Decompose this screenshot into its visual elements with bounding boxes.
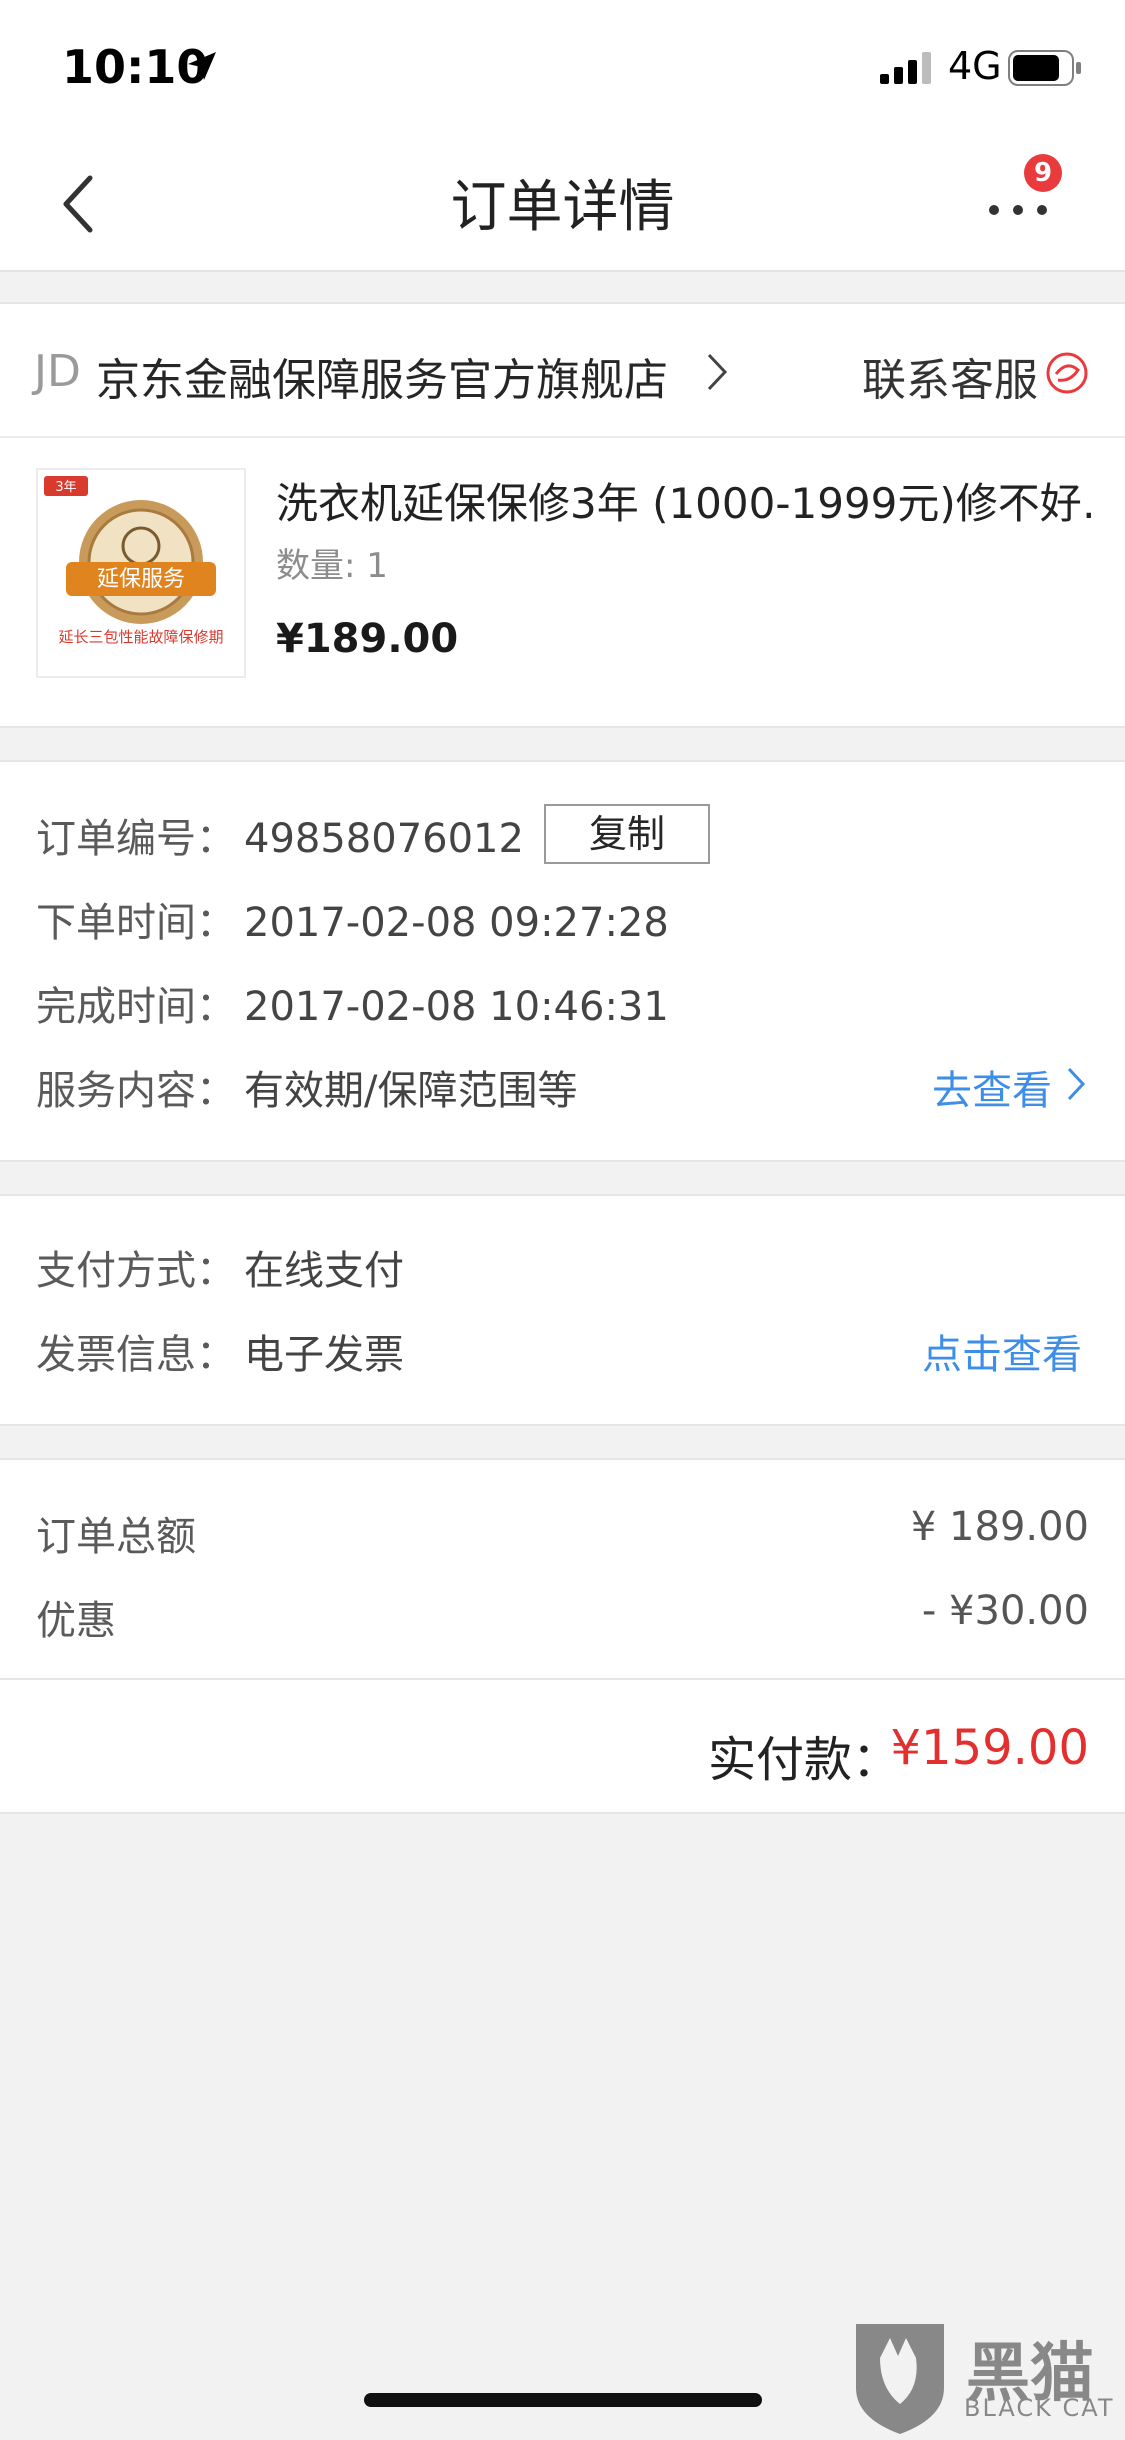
order-time-value: 2017-02-08 09:27:28 bbox=[244, 900, 669, 946]
network-type: 4G bbox=[948, 44, 1002, 88]
complete-time-row: 完成时间： 2017-02-08 10:46:31 bbox=[36, 974, 669, 1032]
extended-warranty-image: 3年 延保服务 延长三包性能故障保修期 bbox=[44, 476, 224, 646]
more-options-icon[interactable] bbox=[984, 188, 1064, 218]
payment-method-row: 支付方式： 在线支付 bbox=[36, 1238, 404, 1296]
product-price: ¥189.00 bbox=[276, 616, 459, 662]
status-bar: 10:10 4G bbox=[0, 0, 1125, 132]
customer-service-icon[interactable] bbox=[1044, 350, 1090, 396]
order-number-label: 订单编号： bbox=[36, 816, 236, 862]
view-invoice-link[interactable]: 点击查看 bbox=[922, 1322, 1082, 1380]
complete-time-value: 2017-02-08 10:46:31 bbox=[244, 984, 669, 1030]
location-arrow-icon bbox=[188, 52, 216, 80]
navigation-bar: 订单详情 9 bbox=[0, 132, 1125, 272]
paid-amount-label: 实付款： bbox=[708, 1732, 901, 1788]
order-time-label: 下单时间： bbox=[36, 900, 236, 946]
battery-icon bbox=[1008, 50, 1081, 86]
watermark-subtext: BLACK CAT bbox=[964, 2394, 1115, 2422]
invoice-value: 电子发票 bbox=[244, 1332, 404, 1378]
invoice-label: 发票信息： bbox=[36, 1332, 236, 1378]
discount-value: - ¥30.00 bbox=[921, 1588, 1089, 1634]
notification-badge: 9 bbox=[1024, 154, 1062, 192]
order-time-row: 下单时间： 2017-02-08 09:27:28 bbox=[36, 890, 669, 948]
thumb-tag-text: 3年 bbox=[55, 480, 76, 495]
watermark-logo: 黑猫 BLACK CAT bbox=[850, 2318, 1120, 2436]
order-total-label: 订单总额 bbox=[36, 1514, 196, 1560]
store-row[interactable]: JD 京东金融保障服务官方旗舰店 联系客服 bbox=[0, 302, 1125, 438]
paid-amount-value: ¥159.00 bbox=[890, 1720, 1090, 1776]
order-number-row: 订单编号： 49858076012 bbox=[36, 806, 524, 864]
home-indicator[interactable] bbox=[364, 2393, 762, 2407]
order-info-section: 订单编号： 49858076012 复制 下单时间： 2017-02-08 09:2… bbox=[0, 760, 1125, 1162]
store-logo: JD bbox=[34, 346, 81, 397]
order-number-value: 49858076012 bbox=[244, 816, 524, 862]
thumb-badge-text: 延保服务 bbox=[97, 567, 185, 592]
order-total-value: ¥ 189.00 bbox=[910, 1504, 1089, 1550]
page-title: 订单详情 bbox=[450, 175, 675, 240]
payment-method-value: 在线支付 bbox=[244, 1248, 404, 1294]
store-name[interactable]: 京东金融保障服务官方旗舰店 bbox=[96, 344, 668, 408]
chevron-right-icon bbox=[1067, 1067, 1086, 1101]
service-content-row: 服务内容： 有效期/保障范围等 bbox=[36, 1058, 577, 1116]
cellular-signal-icon bbox=[880, 52, 931, 84]
payment-method-label: 支付方式： bbox=[36, 1248, 236, 1294]
product-title[interactable]: 洗衣机延保保修3年 (1000-1999元)修不好… bbox=[276, 470, 1096, 531]
paid-amount-row: 实付款： ¥159.00 bbox=[0, 1680, 1125, 1814]
thumb-caption-text: 延长三包性能故障保修期 bbox=[58, 628, 223, 646]
view-service-link[interactable]: 去查看 bbox=[932, 1058, 1052, 1116]
service-content-label: 服务内容： bbox=[36, 1068, 236, 1114]
copy-button[interactable]: 复制 bbox=[544, 804, 710, 864]
discount-label: 优惠 bbox=[36, 1598, 116, 1644]
cat-shield-icon bbox=[856, 2324, 944, 2434]
totals-section: 订单总额 ¥ 189.00 优惠 - ¥30.00 bbox=[0, 1458, 1125, 1680]
invoice-row: 发票信息： 电子发票 bbox=[36, 1322, 404, 1380]
product-card[interactable]: 3年 延保服务 延长三包性能故障保修期 洗衣机延保保修3年 (1000-1999… bbox=[0, 438, 1125, 728]
contact-service-link[interactable]: 联系客服 bbox=[862, 344, 1038, 408]
payment-section: 支付方式： 在线支付 发票信息： 电子发票 点击查看 bbox=[0, 1194, 1125, 1426]
complete-time-label: 完成时间： bbox=[36, 984, 236, 1030]
product-thumbnail[interactable]: 3年 延保服务 延长三包性能故障保修期 bbox=[36, 468, 246, 678]
product-quantity: 数量: 1 bbox=[276, 546, 388, 586]
chevron-right-icon bbox=[707, 353, 728, 391]
service-content-value: 有效期/保障范围等 bbox=[244, 1068, 578, 1114]
